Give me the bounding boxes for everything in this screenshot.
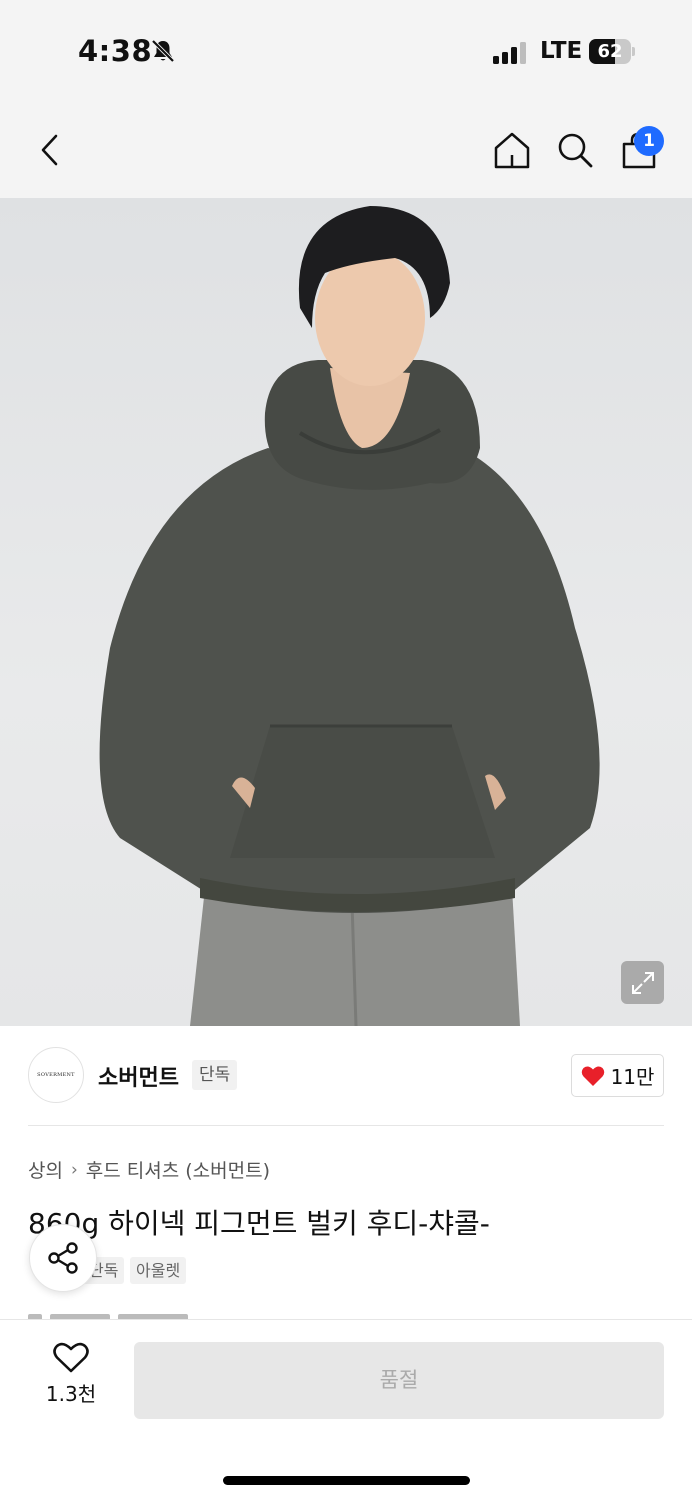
chevron-right-icon: › xyxy=(70,1159,78,1180)
cart-count-badge: 1 xyxy=(634,126,664,156)
home-button[interactable] xyxy=(492,128,532,172)
breadcrumb: 상의 › 후드 티셔츠 (소버먼트) xyxy=(28,1156,270,1183)
back-button[interactable] xyxy=(30,128,70,172)
brand-like-button[interactable]: 11만 xyxy=(571,1054,664,1097)
product-image[interactable] xyxy=(0,198,692,1026)
top-navigation xyxy=(0,100,692,198)
battery-icon: 62 xyxy=(589,39,635,64)
signal-icon xyxy=(493,40,529,64)
product-title: 860g 하이넥 피그먼트 벌키 후디-챠콜- xyxy=(28,1207,490,1240)
home-icon xyxy=(494,132,530,169)
exclusive-tag: 단독 xyxy=(192,1060,238,1090)
status-time: 4:38 xyxy=(78,34,153,68)
expand-icon xyxy=(631,971,654,994)
expand-image-button[interactable] xyxy=(621,961,664,1004)
product-tag-outlet: 아울렛 xyxy=(130,1257,187,1284)
network-type: LTE xyxy=(540,38,583,64)
bell-muted-icon xyxy=(151,39,175,63)
brand-logo-text: SOVERMENT xyxy=(37,1072,75,1078)
share-icon xyxy=(48,1242,78,1274)
search-button[interactable] xyxy=(555,128,595,172)
chevron-left-icon xyxy=(41,134,58,166)
heart-outline-icon xyxy=(53,1342,89,1373)
brand-logo[interactable]: SOVERMENT xyxy=(28,1047,84,1103)
breadcrumb-subcategory[interactable]: 후드 티셔츠 (소버먼트) xyxy=(86,1156,270,1183)
home-indicator[interactable] xyxy=(223,1476,470,1485)
status-bar: 4:38 LTE 62 xyxy=(0,0,692,100)
wishlist-button[interactable]: 1.3천 xyxy=(40,1342,102,1414)
brand-name[interactable]: 소버먼트 xyxy=(98,1060,179,1092)
battery-level: 62 xyxy=(597,41,623,62)
soldout-button[interactable]: 품절 xyxy=(134,1342,664,1419)
share-button[interactable] xyxy=(29,1224,97,1292)
search-icon xyxy=(558,133,593,168)
heart-filled-icon xyxy=(581,1066,604,1086)
wishlist-count: 1.3천 xyxy=(45,1382,97,1406)
divider xyxy=(28,1125,664,1126)
brand-like-count: 11만 xyxy=(610,1065,655,1089)
product-photo xyxy=(99,206,600,1026)
breadcrumb-category[interactable]: 상의 xyxy=(28,1156,63,1183)
